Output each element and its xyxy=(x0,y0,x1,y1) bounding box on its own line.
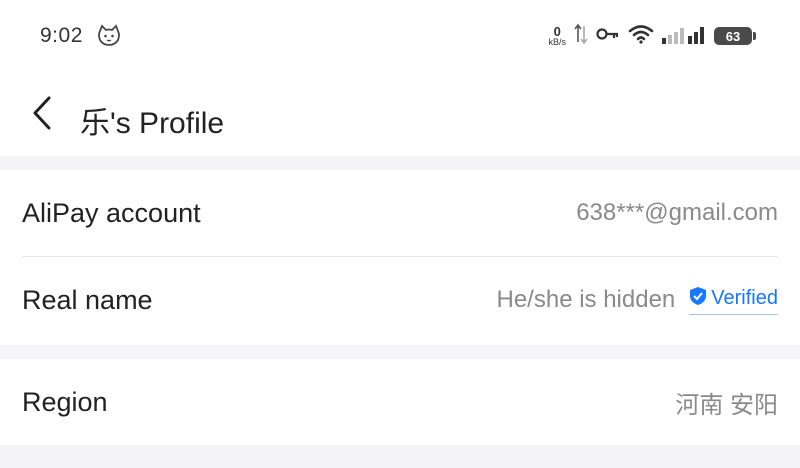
real-name-label: Real name xyxy=(22,284,153,315)
real-name-row[interactable]: Real name He/she is hidden Verified xyxy=(0,257,800,343)
wifi-icon xyxy=(628,24,654,49)
network-speed: 0 kB/s xyxy=(548,25,566,47)
nav-header: 乐's Profile xyxy=(0,72,800,156)
alipay-account-row[interactable]: AliPay account 638***@gmail.com xyxy=(0,170,800,256)
verified-badge[interactable]: Verified xyxy=(689,286,778,315)
region-value: 河南 安阳 xyxy=(675,391,778,419)
alipay-account-label: AliPay account xyxy=(22,197,201,228)
real-name-value: He/she is hidden xyxy=(496,286,676,313)
account-info-card: AliPay account 638***@gmail.com Real nam… xyxy=(0,170,800,345)
battery-icon: 63 xyxy=(714,27,756,45)
status-time: 9:02 xyxy=(40,24,83,47)
real-name-value-group: He/she is hidden Verified xyxy=(496,286,778,315)
region-label: Region xyxy=(22,386,108,417)
signal-strength-icon xyxy=(662,24,706,49)
data-transfer-icon xyxy=(574,22,588,51)
chevron-left-icon xyxy=(31,95,53,136)
status-bar: 9:02 0 kB/s 63 xyxy=(0,0,800,72)
network-speed-unit: kB/s xyxy=(548,37,566,47)
status-indicators: 0 kB/s 63 xyxy=(548,22,756,51)
cat-notification-icon xyxy=(96,23,122,49)
key-icon xyxy=(596,26,620,47)
back-button[interactable] xyxy=(22,92,62,138)
verified-label: Verified xyxy=(711,287,778,309)
region-row[interactable]: Region 河南 安阳 xyxy=(0,359,800,445)
alipay-account-value: 638***@gmail.com xyxy=(576,199,778,226)
region-card: Region 河南 安阳 xyxy=(0,359,800,445)
page-title: 乐's Profile xyxy=(80,107,225,140)
verified-shield-icon xyxy=(689,286,707,312)
